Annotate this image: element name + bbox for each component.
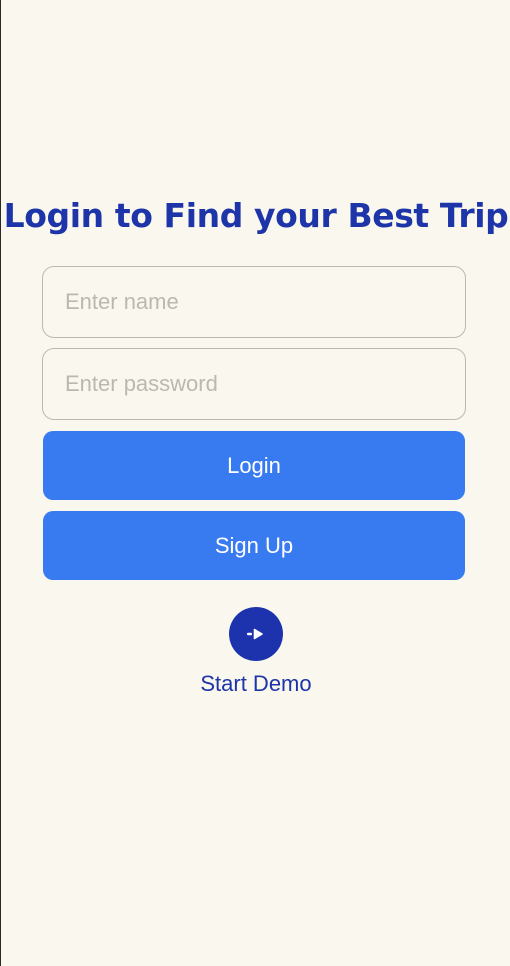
start-demo-label[interactable]: Start Demo <box>200 671 311 697</box>
page-title: Login to Find your Best Trip <box>3 196 509 235</box>
start-demo-circle[interactable] <box>229 607 283 661</box>
arrow-right-to-bracket-icon <box>247 628 263 640</box>
start-demo-button[interactable]: Start Demo <box>1 607 510 697</box>
password-field[interactable] <box>42 348 466 420</box>
name-field[interactable] <box>42 266 466 338</box>
login-button[interactable]: Login <box>43 431 465 500</box>
sign-up-button[interactable]: Sign Up <box>43 511 465 580</box>
